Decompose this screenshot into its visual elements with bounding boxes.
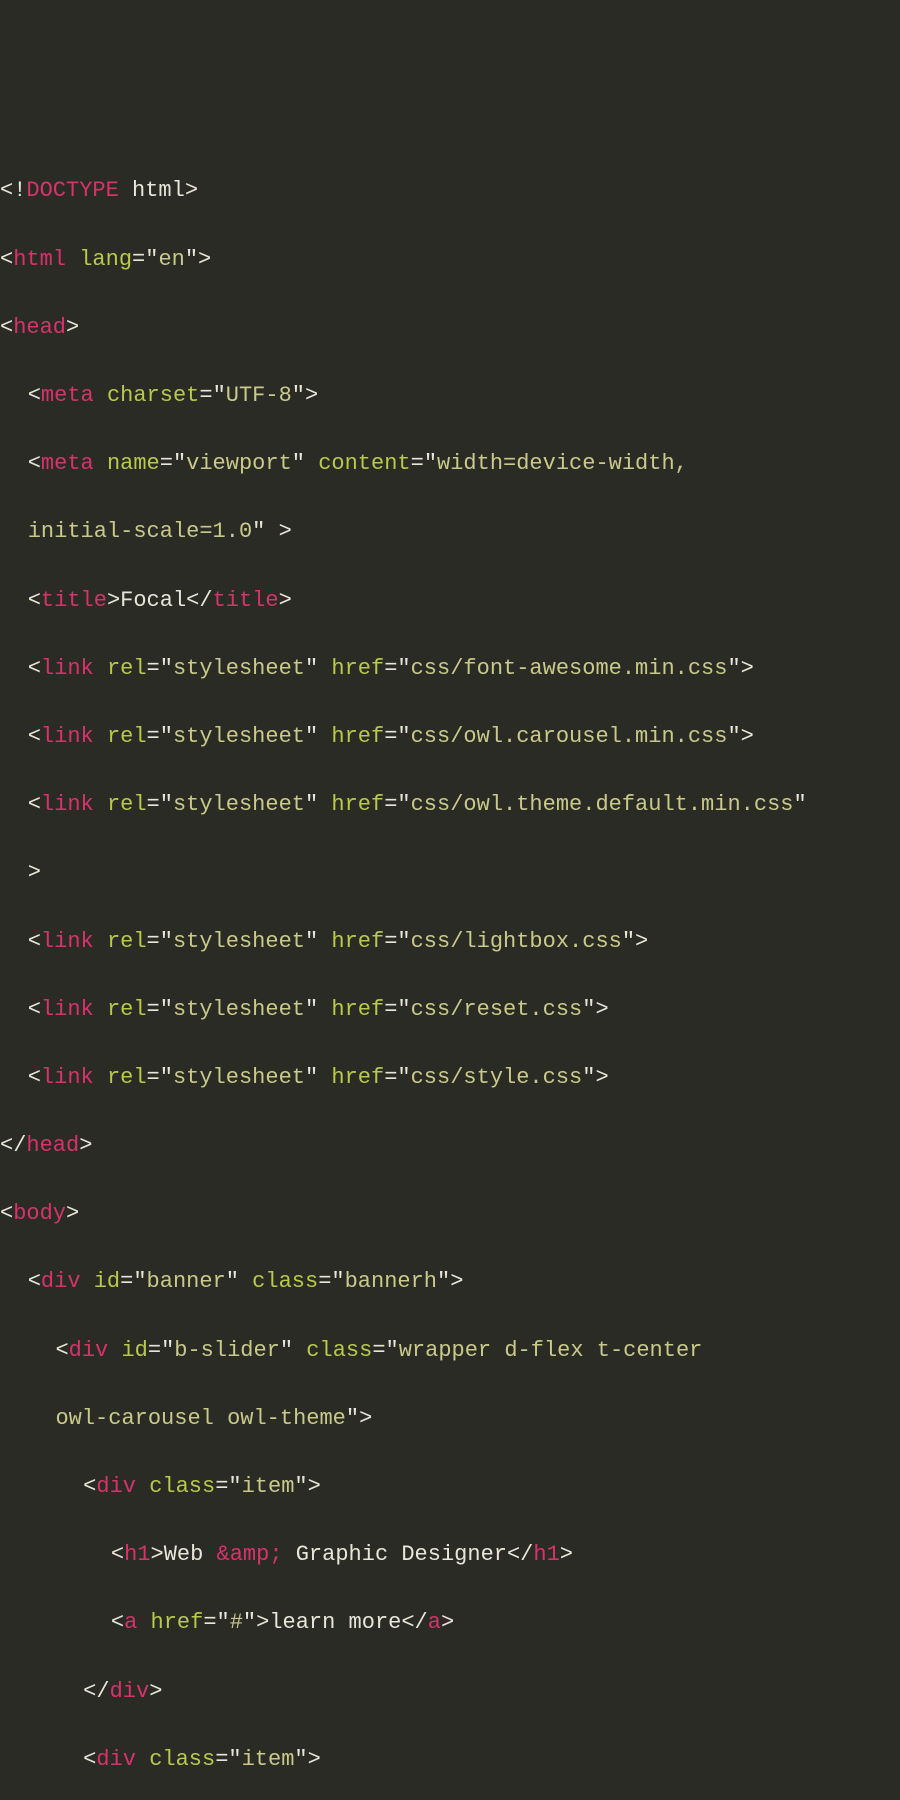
code-line: >: [0, 856, 900, 890]
code-line: <link rel="stylesheet" href="css/owl.the…: [0, 788, 900, 822]
code-line: <div class="item">: [0, 1743, 900, 1777]
code-line: <link rel="stylesheet" href="css/reset.c…: [0, 993, 900, 1027]
code-line: owl-carousel owl-theme">: [0, 1402, 900, 1436]
code-line: <div class="item">: [0, 1470, 900, 1504]
code-line: <a href="#">learn more</a>: [0, 1606, 900, 1640]
code-editor-viewport[interactable]: <!DOCTYPE html> <html lang="en"> <head> …: [0, 140, 900, 1800]
code-line: <meta charset="UTF-8">: [0, 379, 900, 413]
code-line: <body>: [0, 1197, 900, 1231]
code-line: initial-scale=1.0" >: [0, 515, 900, 549]
code-line: <title>Focal</title>: [0, 584, 900, 618]
code-line: <meta name="viewport" content="width=dev…: [0, 447, 900, 481]
code-line: </div>: [0, 1675, 900, 1709]
code-line: <div id="b-slider" class="wrapper d-flex…: [0, 1334, 900, 1368]
code-line: <h1>Web &amp; Graphic Designer</h1>: [0, 1538, 900, 1572]
code-line: </head>: [0, 1129, 900, 1163]
code-line: <div id="banner" class="bannerh">: [0, 1265, 900, 1299]
code-line: <link rel="stylesheet" href="css/lightbo…: [0, 925, 900, 959]
code-line: <head>: [0, 311, 900, 345]
code-line: <link rel="stylesheet" href="css/owl.car…: [0, 720, 900, 754]
code-line: <!DOCTYPE html>: [0, 174, 900, 208]
code-line: <link rel="stylesheet" href="css/style.c…: [0, 1061, 900, 1095]
code-line: <link rel="stylesheet" href="css/font-aw…: [0, 652, 900, 686]
code-line: <html lang="en">: [0, 243, 900, 277]
